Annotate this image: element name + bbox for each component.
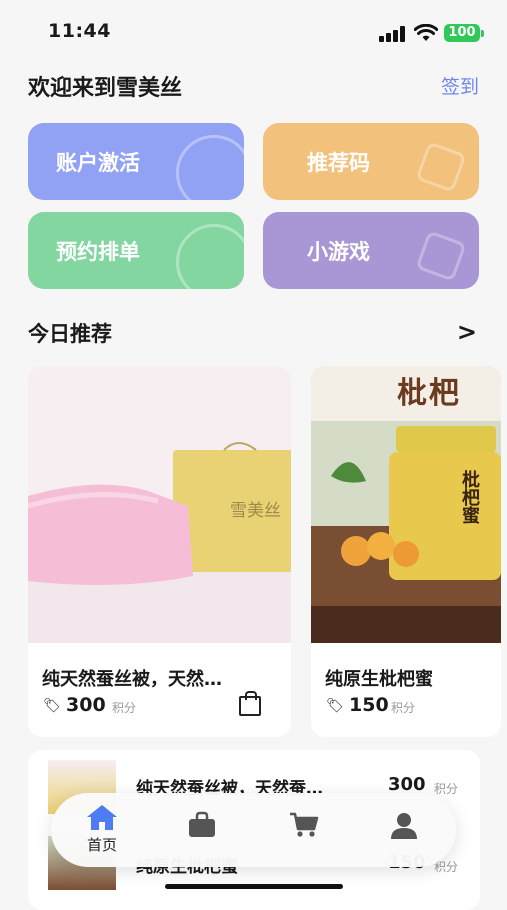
home-indicator [165,884,343,889]
battery-icon: 100 [444,24,480,42]
paper-plane-icon [415,141,467,193]
price-unit: 积分 [112,701,137,715]
user-icon [391,813,417,839]
appointment-tile[interactable]: 预约排单 [28,212,244,289]
product-price: 150 [349,694,389,716]
tab-label: 首页 [86,836,117,854]
tab-bar: 首页 [51,793,456,867]
tab-shop[interactable] [167,811,237,867]
chevron-right-icon[interactable]: > [457,318,477,346]
cart-icon [290,812,319,837]
product-name: 纯原生枇杷蜜 [325,669,433,690]
price-tag-icon: 🏷 [43,698,61,714]
tile-label: 预约排单 [56,240,140,264]
game-icon [415,230,467,282]
section-title: 今日推荐 [28,322,112,346]
brand-label: 雪美丝 [230,501,281,521]
tile-label: 账户激活 [56,151,140,175]
tile-label: 推荐码 [307,151,370,175]
tab-cart[interactable] [269,811,339,867]
atom-icon [176,224,244,289]
star-icon [176,135,244,200]
tab-home[interactable]: 首页 [67,803,137,859]
product-price: 300 [66,694,106,716]
referral-code-tile[interactable]: 推荐码 [263,123,479,200]
list-item-unit: 积分 [434,782,459,796]
product-card[interactable]: 雪美丝 纯天然蚕丝被，天然… 🏷 300 积分 [28,366,291,737]
product-card[interactable]: 枇杷 枇杷蜜 纯原生枇杷蜜 🏷 150 积分 [311,366,501,737]
price-tag-icon: 🏷 [326,698,344,714]
home-icon [87,805,117,830]
jar-label: 枇杷蜜 [459,470,480,524]
mini-game-tile[interactable]: 小游戏 [263,212,479,289]
tab-profile[interactable] [369,811,439,867]
product-name: 纯天然蚕丝被，天然… [42,669,222,690]
account-activation-tile[interactable]: 账户激活 [28,123,244,200]
tile-label: 小游戏 [307,240,370,264]
welcome-title: 欢迎来到雪美丝 [28,76,183,101]
status-time: 11:44 [48,20,111,42]
shopping-bag-icon[interactable] [239,691,261,716]
status-bar: 11:44 100 [0,0,507,64]
battery-tip [481,30,484,37]
shop-bag-icon [189,811,215,837]
cellular-signal-icon [379,26,405,42]
wifi-icon [414,24,438,41]
banner-title: 枇杷 [397,376,461,411]
signin-button[interactable]: 签到 [441,72,479,99]
price-unit: 积分 [391,701,416,715]
list-item-price: 300 [388,774,426,795]
